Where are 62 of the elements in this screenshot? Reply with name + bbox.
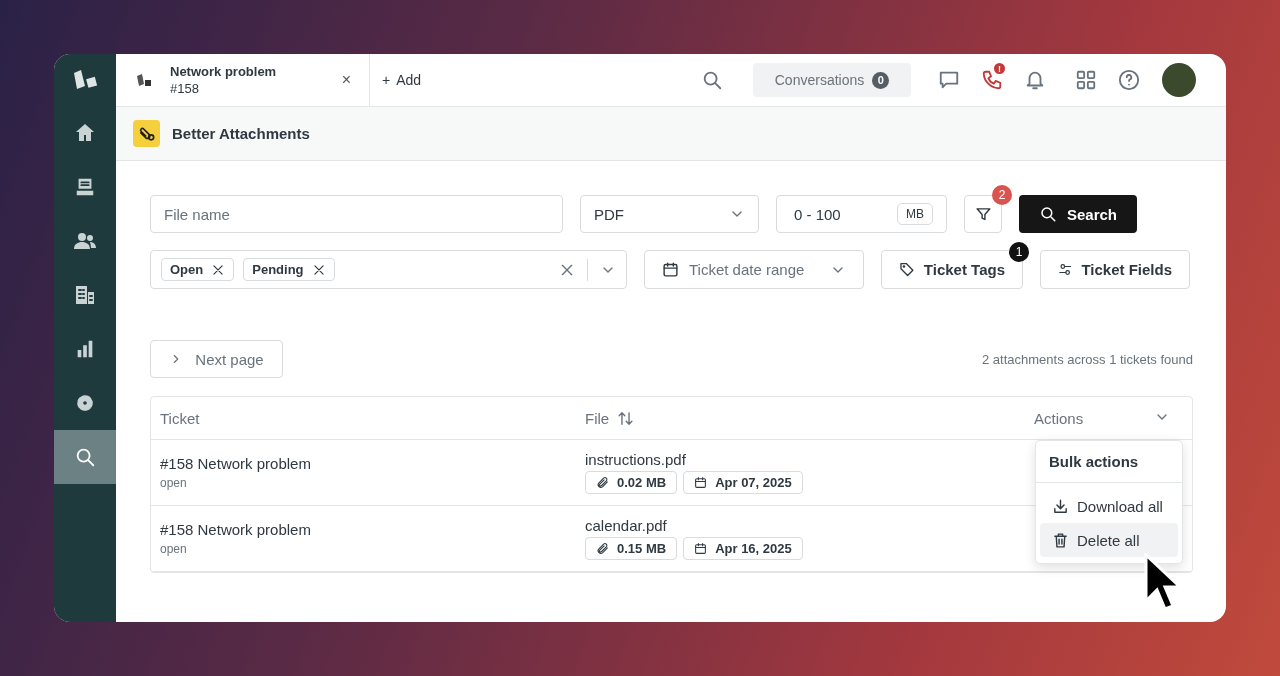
date-tag: Apr 16, 2025 [683,537,803,560]
ticket-status: open [160,542,188,556]
file-type-select[interactable]: PDF [580,195,759,233]
column-header[interactable]: File [585,409,610,427]
tag-icon [899,261,915,278]
alert-badge: ! [994,63,1005,74]
paperclip-icon [133,120,160,147]
trash-icon [1052,531,1069,549]
ticket-title[interactable]: #158 Network problem [160,455,585,472]
search-icon [1038,205,1057,223]
file-name[interactable]: calendar.pdf [585,517,1034,534]
search-icon [74,446,96,468]
next-page-button[interactable]: Next page [150,340,283,378]
ticket-fields-button[interactable]: Ticket Fields [1040,250,1190,289]
search-button[interactable]: Search [1019,195,1137,233]
size-range-field[interactable]: 0 - 100 MB [776,195,947,233]
ticket-title[interactable]: #158 Network problem [160,521,585,538]
sliders-icon [1058,261,1073,278]
filter-icon [974,205,992,223]
grid-icon [1074,69,1097,91]
count-badge: 2 [992,185,1012,205]
inbox-icon [74,176,96,198]
ticket-icon [136,73,152,87]
add-tab-button[interactable]: + Add [382,72,422,88]
logo-icon [72,69,98,91]
paperclip-icon [596,476,609,489]
status-tag[interactable]: Open [161,258,235,281]
status-tag[interactable]: Pending [243,258,335,281]
remove-icon [311,262,326,277]
building-icon [73,283,97,307]
column-header: Actions [1034,409,1084,427]
ticket-status: open [160,476,188,490]
menu-title: Bulk actions [1036,441,1182,483]
status-select[interactable]: Open Pending [150,250,627,289]
calendar-icon [694,542,708,555]
phone-icon [980,69,1003,91]
remove-icon [211,262,226,277]
file-size-tag: 0.15 MB [585,537,678,560]
calendar-icon [694,476,708,489]
avatar[interactable] [1162,63,1196,97]
file-name-field[interactable]: File name [150,195,563,233]
download-icon [1052,497,1069,515]
conversations-button[interactable]: Conversations 0 [753,63,911,97]
column-header: Ticket [159,409,201,427]
file-size-tag: 0.02 MB [585,471,678,494]
calendar-icon [662,261,679,278]
help-icon [1117,69,1140,91]
close-button[interactable]: × [341,71,351,89]
count-badge: 1 [1009,242,1029,262]
menu-item[interactable]: Download all [1040,489,1178,523]
unit-label: MB [897,203,933,225]
results-summary: 2 attachments across 1 tickets found [982,351,1193,367]
paperclip-icon [596,542,609,555]
date-range-field[interactable]: Ticket date range [644,250,864,289]
count-badge: 0 [872,71,890,89]
sort-icon [617,409,635,427]
menu-item[interactable]: Delete all [1040,523,1178,557]
tab-title: Network problem #158 [170,63,278,97]
app-title: Better Attachments [172,125,310,142]
date-tag: Apr 07, 2025 [683,471,803,494]
chat-icon [937,69,960,91]
file-name[interactable]: instructions.pdf [585,451,1034,468]
